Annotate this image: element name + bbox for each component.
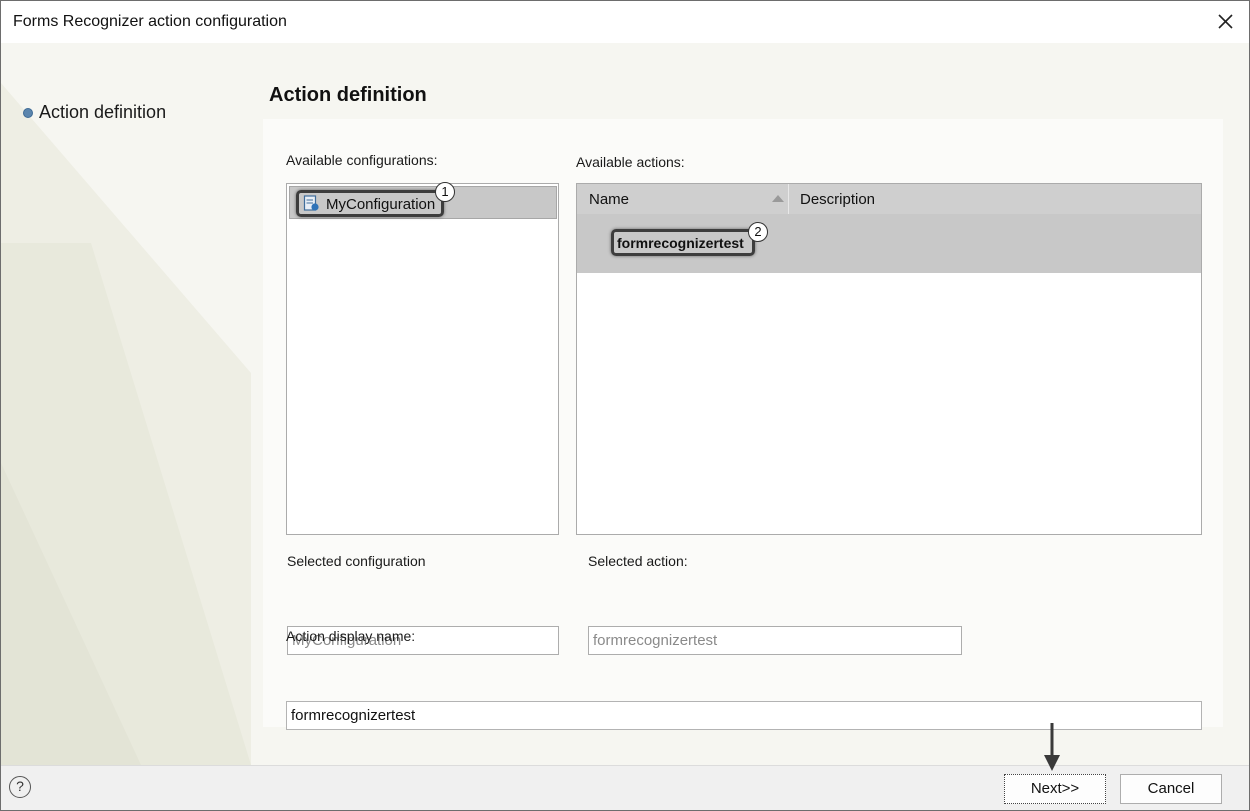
section-title: Action definition	[269, 84, 427, 106]
callout-badge: 2	[748, 222, 768, 242]
title-bar: Forms Recognizer action configuration	[1, 1, 1249, 43]
selected-configuration-label: Selected configuration	[287, 553, 426, 569]
column-header-description[interactable]: Description	[789, 184, 1201, 214]
action-definition-panel: Available configurations: MyConfiguratio…	[263, 119, 1223, 730]
window-title: Forms Recognizer action configuration	[13, 13, 287, 30]
available-actions-label: Available actions:	[576, 154, 685, 170]
dialog-window: Forms Recognizer action configuration Ac…	[0, 0, 1250, 811]
configuration-name: MyConfiguration	[326, 196, 436, 213]
close-icon[interactable]	[1213, 10, 1237, 34]
table-row[interactable]: formrecognizertest 2	[577, 214, 1201, 273]
arrow-down-icon	[1044, 723, 1060, 771]
selected-action-field: formrecognizertest	[588, 626, 962, 655]
dialog-content: Action definition Action definition Avai…	[1, 43, 1249, 765]
next-button[interactable]: Next>>	[1004, 774, 1106, 804]
actions-table[interactable]: Name Description formrecognizertest 2	[576, 183, 1202, 535]
nav-step-label: Action definition	[39, 102, 167, 122]
sort-ascending-icon	[772, 195, 784, 202]
selected-action-label: Selected action:	[588, 553, 688, 569]
column-header-label: Description	[800, 191, 876, 208]
action-display-name-label: Action display name:	[286, 628, 416, 644]
configurations-list[interactable]: MyConfiguration 1	[286, 182, 559, 535]
column-header-name[interactable]: Name	[577, 184, 789, 214]
table-header: Name Description	[577, 184, 1201, 214]
available-configurations-label: Available configurations:	[286, 152, 438, 168]
step-bullet-icon	[23, 107, 33, 118]
configuration-icon	[303, 195, 319, 211]
column-header-label: Name	[589, 191, 630, 208]
cancel-button[interactable]: Cancel	[1120, 774, 1222, 804]
nav-step-action-definition[interactable]: Action definition	[23, 102, 166, 123]
list-item[interactable]: MyConfiguration 1	[289, 182, 557, 219]
callout-badge: 1	[435, 182, 455, 202]
help-icon[interactable]: ?	[9, 776, 31, 798]
action-display-name-input[interactable]: formrecognizertest	[286, 701, 1202, 730]
action-name-cell: formrecognizertest	[617, 235, 744, 251]
